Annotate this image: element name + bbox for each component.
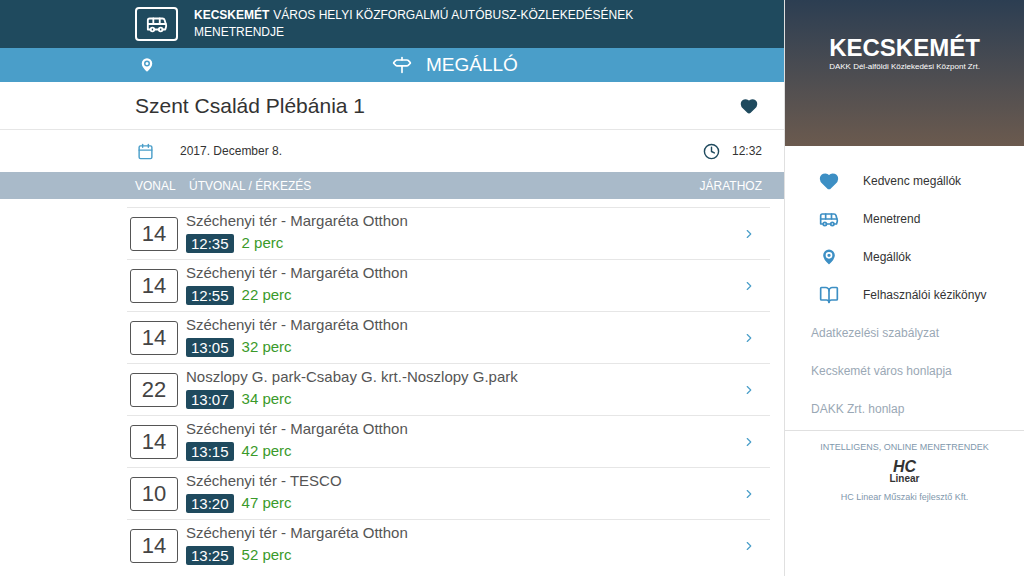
chevron-icon[interactable] bbox=[742, 331, 756, 345]
sidebar-item[interactable]: Kedvenc megállók bbox=[785, 162, 1024, 200]
nav-title: MEGÁLLÓ bbox=[426, 51, 518, 80]
clock-icon[interactable] bbox=[703, 143, 720, 160]
departure-row[interactable]: 14 Széchenyi tér - Margaréta Otthon 12:35 2… bbox=[127, 207, 770, 259]
time: 12:32 bbox=[732, 142, 762, 160]
bus-icon bbox=[819, 209, 839, 229]
departure-time: 13:25 bbox=[186, 546, 234, 565]
departure-time: 12:55 bbox=[186, 286, 234, 305]
banner: KECSKEMÉTDAKK Dél-alföldi Közlekedési Kö… bbox=[785, 0, 1024, 146]
line-number: 14 bbox=[130, 217, 178, 251]
line-number: 14 bbox=[130, 321, 178, 355]
route: Széchenyi tér - Margaréta Otthon bbox=[186, 264, 742, 282]
line-number: 14 bbox=[130, 425, 178, 459]
wait-time: 47 perc bbox=[242, 492, 292, 515]
departure-time: 12:35 bbox=[186, 234, 234, 253]
line-number: 14 bbox=[130, 529, 178, 563]
bus-logo-icon bbox=[135, 7, 178, 41]
departure-row[interactable]: 14 Széchenyi tér - Margaréta Otthon 13:15 4… bbox=[127, 415, 770, 467]
sidebar-footer: INTELLIGENS, ONLINE MENETRENDEKHCLinearH… bbox=[785, 430, 1024, 504]
sidebar: KECSKEMÉTDAKK Dél-alföldi Közlekedési Kö… bbox=[784, 0, 1024, 576]
wait-time: 42 perc bbox=[242, 440, 292, 463]
sidebar-item[interactable]: Felhasználói kézikönyv bbox=[785, 276, 1024, 314]
sidebar-link[interactable]: Kecskemét város honlapja bbox=[785, 352, 1024, 390]
header: KECSKEMÉTVÁROS HELYI KÖZFORGALMÚ AUTÓBUS… bbox=[0, 0, 784, 48]
departure-time: 13:07 bbox=[186, 390, 234, 409]
chevron-icon[interactable] bbox=[742, 539, 756, 553]
departure-time: 13:15 bbox=[186, 442, 234, 461]
wait-time: 34 perc bbox=[242, 388, 292, 411]
main-panel: KECSKEMÉTVÁROS HELYI KÖZFORGALMÚ AUTÓBUS… bbox=[0, 0, 784, 576]
favorite-icon[interactable] bbox=[740, 97, 758, 115]
wait-time: 22 perc bbox=[242, 284, 292, 307]
departure-row[interactable]: 14 Széchenyi tér - Margaréta Otthon 12:55 2… bbox=[127, 259, 770, 311]
departure-row[interactable]: 22 Noszlopy G. park-Csabay G. krt.-Noszlo… bbox=[127, 363, 770, 415]
route: Széchenyi tér - Margaréta Otthon bbox=[186, 212, 742, 230]
sidebar-item[interactable]: Menetrend bbox=[785, 200, 1024, 238]
date: 2017. December 8. bbox=[180, 142, 282, 160]
departure-row[interactable]: 14 Széchenyi tér - Margaréta Otthon 13:25 5… bbox=[127, 519, 770, 571]
sidebar-links: Adatkezelési szabályzatKecskemét város h… bbox=[785, 314, 1024, 428]
departure-row[interactable]: 14 Széchenyi tér - Margaréta Otthon 13:05 3… bbox=[127, 311, 770, 363]
app: KECSKEMÉTVÁROS HELYI KÖZFORGALMÚ AUTÓBUS… bbox=[0, 0, 1024, 576]
calendar-icon[interactable] bbox=[137, 143, 154, 160]
line-number: 10 bbox=[130, 477, 178, 511]
chevron-icon[interactable] bbox=[742, 383, 756, 397]
nav-bar: MEGÁLLÓ bbox=[0, 48, 784, 82]
departure-time: 13:20 bbox=[186, 494, 234, 513]
map-pin-icon bbox=[819, 247, 839, 267]
column-header: VONALÚTVONAL / ÉRKEZÉSJÁRATHOZ bbox=[0, 172, 784, 199]
stop-sign-icon bbox=[392, 55, 412, 75]
route: Noszlopy G. park-Csabay G. krt.-Noszlopy… bbox=[186, 368, 742, 386]
chevron-icon[interactable] bbox=[742, 279, 756, 293]
wait-time: 32 perc bbox=[242, 336, 292, 359]
route: Széchenyi tér - Margaréta Otthon bbox=[186, 316, 742, 334]
wait-time: 52 perc bbox=[242, 544, 292, 567]
chevron-icon[interactable] bbox=[742, 227, 756, 241]
line-number: 22 bbox=[130, 373, 178, 407]
header-title: KECSKEMÉTVÁROS HELYI KÖZFORGALMÚ AUTÓBUS… bbox=[194, 7, 633, 41]
sidebar-menu: Kedvenc megállókMenetrendMegállókFelhasz… bbox=[785, 146, 1024, 314]
heart-icon bbox=[819, 171, 839, 191]
sidebar-link[interactable]: DAKK Zrt. honlap bbox=[785, 390, 1024, 428]
departure-time: 13:05 bbox=[186, 338, 234, 357]
chevron-icon[interactable] bbox=[742, 487, 756, 501]
wait-time: 2 perc bbox=[242, 232, 284, 255]
sidebar-item[interactable]: Megállók bbox=[785, 238, 1024, 276]
route: Széchenyi tér - Margaréta Otthon bbox=[186, 524, 742, 542]
hc-linear-logo: HCLinear bbox=[889, 461, 919, 485]
chevron-icon[interactable] bbox=[742, 435, 756, 449]
date-row: 2017. December 8. 12:32 bbox=[0, 130, 784, 172]
location-icon[interactable] bbox=[138, 55, 156, 75]
sidebar-link[interactable]: Adatkezelési szabályzat bbox=[785, 314, 1024, 352]
departure-list: 14 Széchenyi tér - Margaréta Otthon 12:35 2… bbox=[127, 199, 770, 571]
route: Széchenyi tér - TESCO bbox=[186, 472, 742, 490]
stop-title-row: Szent Család Plébánia 1 bbox=[0, 82, 784, 130]
book-icon bbox=[819, 285, 839, 305]
route: Széchenyi tér - Margaréta Otthon bbox=[186, 420, 742, 438]
stop-name: Szent Család Plébánia 1 bbox=[135, 90, 365, 122]
line-number: 14 bbox=[130, 269, 178, 303]
departure-row[interactable]: 10 Széchenyi tér - TESCO 13:20 47 perc bbox=[127, 467, 770, 519]
